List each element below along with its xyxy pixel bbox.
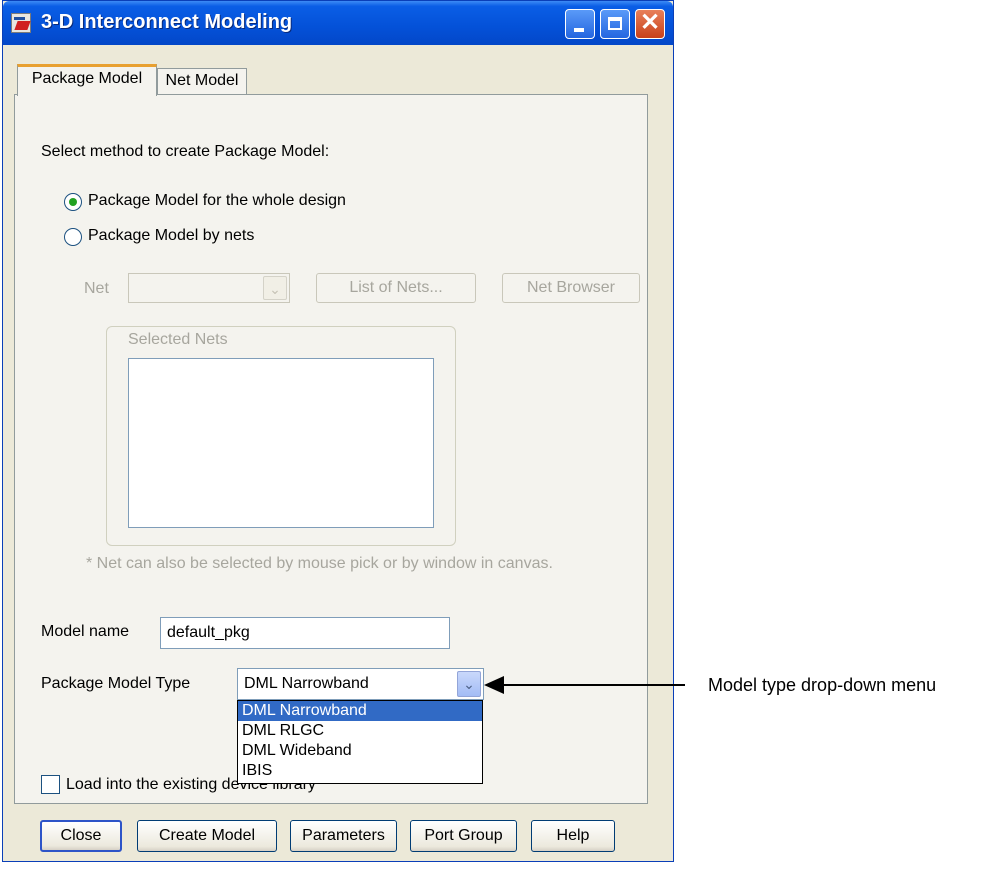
radio-by-nets[interactable] [64, 228, 82, 246]
dropdown-option[interactable]: DML Wideband [238, 741, 482, 761]
radio-whole-design-label[interactable]: Package Model for the whole design [88, 192, 346, 210]
model-type-value: DML Narrowband [244, 675, 369, 692]
dropdown-option[interactable]: IBIS [238, 761, 482, 781]
close-window-button[interactable]: ✕ [635, 9, 665, 39]
minimize-button[interactable] [565, 9, 595, 39]
maximize-button[interactable] [600, 9, 630, 39]
chevron-down-icon[interactable]: ⌄ [457, 671, 481, 697]
model-name-label: Model name [41, 623, 130, 640]
annotation-label: Model type drop-down menu [708, 675, 937, 695]
method-prompt: Select method to create Package Model: [41, 143, 330, 160]
maximize-icon [608, 17, 622, 30]
title-bar[interactable]: 3-D Interconnect Modeling ✕ [3, 1, 673, 45]
dropdown-option[interactable]: DML RLGC [238, 721, 482, 741]
window-title: 3-D Interconnect Modeling [41, 11, 293, 33]
net-combo[interactable]: ⌄ [128, 273, 290, 303]
net-browser-button[interactable]: Net Browser [502, 273, 640, 303]
tab-net-model[interactable]: Net Model [157, 68, 247, 94]
app-icon [11, 13, 31, 33]
create-model-button[interactable]: Create Model [137, 820, 277, 852]
minimize-icon [574, 28, 584, 32]
close-button[interactable]: Close [40, 820, 122, 852]
radio-whole-design[interactable] [64, 193, 82, 211]
chevron-down-icon[interactable]: ⌄ [263, 276, 287, 300]
load-library-checkbox[interactable] [41, 775, 60, 794]
model-type-select[interactable]: DML Narrowband ⌄ [237, 668, 484, 700]
port-group-button[interactable]: Port Group [410, 820, 517, 852]
annotation-line [500, 684, 685, 686]
model-type-label: Package Model Type [41, 675, 191, 692]
selected-nets-list[interactable] [128, 358, 434, 528]
radio-by-nets-label[interactable]: Package Model by nets [88, 227, 254, 245]
net-label: Net [84, 280, 109, 297]
help-button[interactable]: Help [531, 820, 615, 852]
net-selection-note: * Net can also be selected by mouse pick… [86, 555, 553, 572]
parameters-button[interactable]: Parameters [290, 820, 397, 852]
close-icon: ✕ [639, 9, 661, 36]
model-type-dropdown: DML Narrowband DML RLGC DML Wideband IBI… [237, 700, 483, 784]
selected-nets-legend: Selected Nets [124, 331, 232, 349]
dropdown-option[interactable]: DML Narrowband [238, 701, 482, 721]
tab-package-model[interactable]: Package Model [17, 64, 157, 96]
list-of-nets-button[interactable]: List of Nets... [316, 273, 476, 303]
model-name-input[interactable] [160, 617, 450, 649]
